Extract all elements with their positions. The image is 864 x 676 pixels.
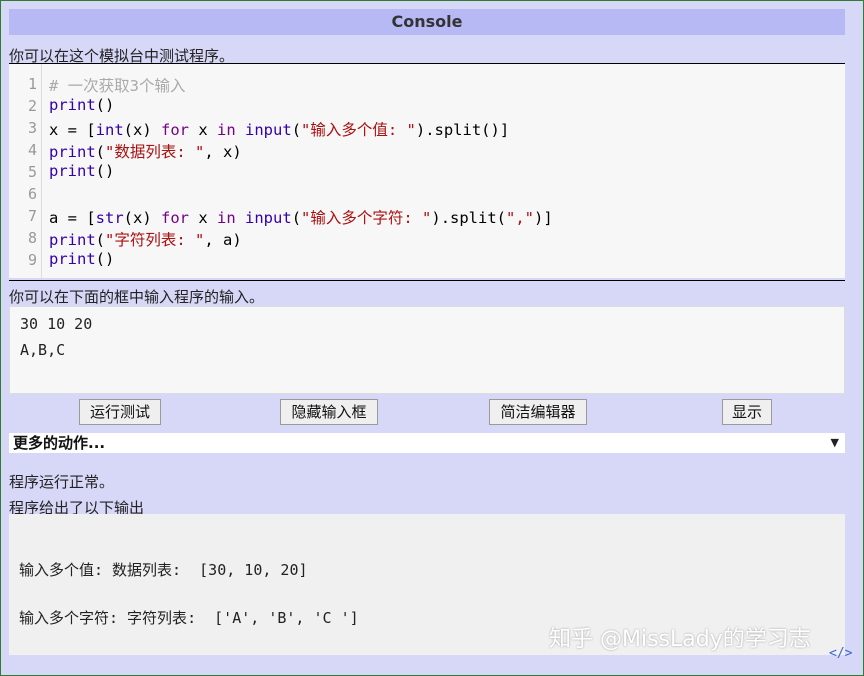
program-input-box[interactable]: 30 10 20 A,B,C — [9, 306, 845, 394]
code-token: str — [95, 209, 124, 227]
code-token: x — [189, 121, 217, 139]
code-line: x = [int(x) for x in input("输入多个值: ").sp… — [49, 118, 509, 140]
status-text: 程序运行正常。 — [9, 473, 115, 491]
line-number: 3 — [27, 119, 37, 137]
more-actions-label: 更多的动作... — [13, 434, 106, 452]
code-token: in — [217, 209, 236, 227]
output-line: 输入多个字符: 字符列表: ['A', 'B', 'C '] — [19, 609, 359, 627]
code-token: () — [95, 250, 115, 268]
code-line: print("字符列表: ", a) — [49, 228, 242, 250]
console-title: Console — [9, 9, 845, 35]
code-token: ( — [95, 231, 106, 249]
code-line: a = [str(x) for x in input("输入多个字符: ").s… — [49, 206, 553, 228]
code-token: in — [217, 121, 236, 139]
code-line: # 一次获取3个输入 — [49, 74, 186, 96]
run-test-button[interactable]: 运行测试 — [79, 399, 161, 425]
code-token: "字符列表: " — [105, 231, 205, 249]
line-number: 8 — [27, 229, 37, 247]
code-token: "数据列表: " — [105, 143, 205, 161]
code-token: input — [245, 209, 292, 227]
code-token: ( — [291, 209, 302, 227]
code-token: print — [49, 96, 96, 114]
input-line: 30 10 20 — [20, 315, 93, 333]
code-token: a = [ — [49, 209, 96, 227]
line-number: 2 — [27, 97, 37, 115]
code-token: (x) — [123, 209, 161, 227]
show-button[interactable]: 显示 — [722, 399, 772, 425]
code-token: ( — [95, 143, 106, 161]
code-token: "输入多个字符: " — [301, 209, 432, 227]
code-token: "输入多个值: " — [301, 121, 416, 139]
more-actions-select[interactable]: 更多的动作... ▼ — [9, 433, 845, 453]
divider-bottom — [9, 280, 845, 281]
code-token: ( — [291, 121, 302, 139]
line-number: 5 — [27, 163, 37, 181]
code-token: , a) — [204, 231, 242, 249]
code-line: print() — [49, 96, 114, 114]
line-number: 9 — [27, 251, 37, 269]
code-token: print — [49, 143, 96, 161]
code-token: , x) — [204, 143, 242, 161]
code-token: input — [245, 121, 292, 139]
code-line: print() — [49, 250, 114, 268]
code-token: int — [95, 121, 124, 139]
code-token: print — [49, 162, 96, 180]
code-token: (x) — [123, 121, 161, 139]
code-icon[interactable]: </> — [829, 646, 852, 661]
code-token: for — [161, 121, 189, 139]
code-token: # 一次获取3个输入 — [49, 77, 186, 95]
simple-editor-button[interactable]: 简洁编辑器 — [489, 399, 587, 425]
code-token: ).split( — [431, 209, 507, 227]
code-editor[interactable]: 123456789 # 一次获取3个输入 print() x = [int(x) f… — [9, 64, 845, 278]
code-token: print — [49, 231, 96, 249]
input-line: A,B,C — [20, 341, 66, 359]
line-number: 4 — [27, 141, 37, 159]
code-line: print("数据列表: ", x) — [49, 140, 242, 162]
output-line: 输入多个值: 数据列表: [30, 10, 20] — [19, 561, 308, 579]
console-window: Console 你可以在这个模拟台中测试程序。 123456789 # 一次获取… — [0, 0, 864, 676]
input-label: 你可以在下面的框中输入程序的输入。 — [9, 288, 265, 306]
hide-input-button[interactable]: 隐藏输入框 — [280, 399, 378, 425]
code-token: () — [95, 162, 115, 180]
code-token: for — [161, 209, 189, 227]
code-token: ).split()] — [415, 121, 510, 139]
line-number: 6 — [27, 185, 37, 203]
code-token: () — [95, 96, 115, 114]
chevron-down-icon: ▼ — [830, 436, 839, 449]
code-token: x — [189, 209, 217, 227]
line-number-gutter: 1 2 3 4 5 6 7 8 9 — [9, 64, 42, 278]
code-token: "," — [506, 209, 535, 227]
code-line: print() — [49, 162, 114, 180]
code-token: )] — [534, 209, 553, 227]
code-token: print — [49, 250, 96, 268]
code-token: x = [ — [49, 121, 96, 139]
line-number: 1 — [27, 75, 37, 93]
line-number: 7 — [27, 207, 37, 225]
watermark: 知乎 @MissLady的学习志 — [549, 627, 811, 652]
